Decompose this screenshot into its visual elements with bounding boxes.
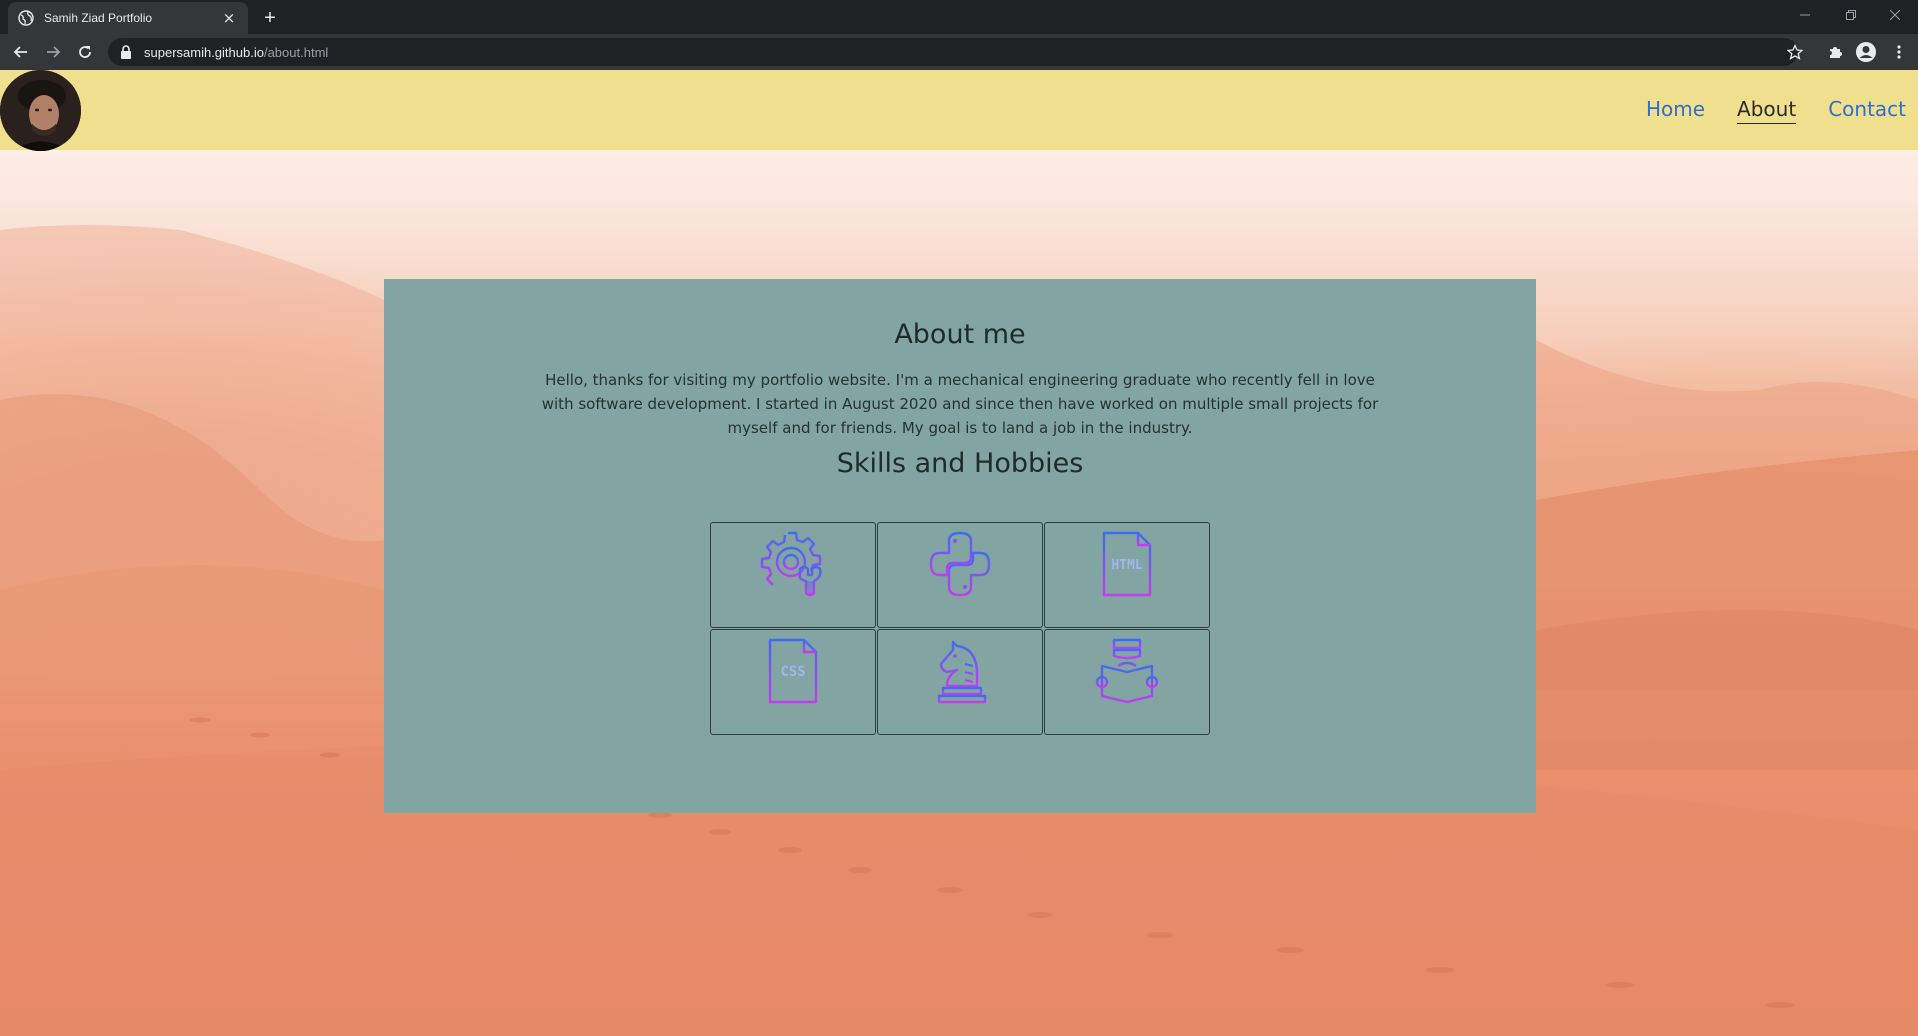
back-arrow-icon[interactable]	[8, 39, 34, 65]
chess-knight-icon	[937, 640, 987, 704]
restore-window-icon[interactable]	[1828, 0, 1874, 30]
nav-link-home[interactable]: Home	[1646, 97, 1705, 123]
close-window-icon[interactable]	[1872, 0, 1918, 30]
python-icon	[929, 531, 991, 597]
css-file-label: CSS	[780, 664, 805, 680]
nav-link-contact[interactable]: Contact	[1828, 97, 1906, 123]
close-tab-icon[interactable]: ×	[220, 9, 238, 27]
minimize-window-icon[interactable]	[1782, 0, 1828, 30]
skills-grid: HTML CSS	[710, 522, 1211, 735]
reload-icon[interactable]	[72, 39, 98, 65]
browser-toolbar: supersamih.github.io/about.html	[0, 34, 1918, 70]
globe-icon	[18, 10, 34, 26]
lock-icon	[120, 45, 134, 59]
address-bar[interactable]: supersamih.github.io/about.html	[108, 38, 1798, 66]
html-file-icon: HTML	[1102, 531, 1152, 597]
nav-link-about[interactable]: About	[1737, 97, 1797, 124]
engineering-gear-wrench-icon	[760, 531, 822, 597]
reading-person-icon	[1095, 638, 1159, 704]
browser-tab[interactable]: Samih Ziad Portfolio ×	[8, 2, 248, 34]
skill-tile-python	[877, 522, 1043, 628]
nav-links: Home About Contact	[1646, 70, 1906, 150]
about-card: About me Hello, thanks for visiting my p…	[384, 279, 1536, 813]
browser-tab-strip: Samih Ziad Portfolio × +	[0, 0, 1918, 34]
url-path: /about.html	[263, 44, 329, 60]
kebab-menu-icon[interactable]	[1886, 39, 1912, 65]
url-host: supersamih.github.io	[144, 44, 264, 60]
html-file-label: HTML	[1111, 558, 1142, 573]
profile-avatar-icon[interactable]	[1853, 39, 1879, 65]
new-tab-button[interactable]: +	[258, 6, 282, 30]
bookmark-star-icon[interactable]	[1782, 39, 1808, 65]
css-file-icon: CSS	[768, 638, 818, 704]
navbar: Home About Contact	[0, 70, 1918, 151]
profile-photo-avatar[interactable]	[0, 70, 81, 151]
about-paragraph: Hello, thanks for visiting my portfolio …	[541, 371, 1379, 437]
skill-tile-engineering	[710, 522, 876, 628]
skills-title: Skills and Hobbies	[836, 448, 1084, 479]
skill-tile-html: HTML	[1044, 522, 1210, 628]
forward-arrow-icon[interactable]	[40, 39, 66, 65]
extensions-puzzle-icon[interactable]	[1822, 39, 1848, 65]
skill-tile-reading	[1044, 629, 1210, 735]
about-title: About me	[894, 319, 1026, 350]
skill-tile-chess	[877, 629, 1043, 735]
page-viewport: Home About Contact About me Hello, thank…	[0, 70, 1918, 1036]
skill-tile-css: CSS	[710, 629, 876, 735]
tab-title: Samih Ziad Portfolio	[44, 11, 153, 25]
